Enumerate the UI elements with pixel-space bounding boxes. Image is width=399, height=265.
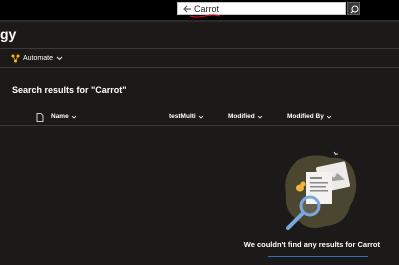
chevron-down-icon [326, 115, 332, 119]
divider [0, 48, 399, 49]
page-title: gy [0, 26, 17, 42]
automate-button[interactable]: Automate [11, 52, 63, 64]
column-header-name[interactable]: Name [51, 113, 77, 120]
column-header-modified[interactable]: Modified [228, 113, 263, 120]
results-heading: Search results for "Carrot" [12, 85, 127, 95]
header-divider [0, 125, 399, 126]
column-header-label: Name [51, 113, 69, 120]
search-icon [350, 5, 359, 14]
column-header-label: Modified By [287, 113, 324, 120]
flow-icon [11, 54, 20, 62]
column-header-label: Modified [228, 113, 255, 120]
column-header-testmulti[interactable]: testMulti [169, 113, 204, 120]
column-header-modified-by[interactable]: Modified By [287, 113, 332, 120]
chevron-down-icon [257, 115, 263, 119]
empty-state-text: We couldn't find any results for Carrot [243, 240, 380, 249]
automate-label: Automate [23, 54, 53, 62]
search-button[interactable] [347, 2, 360, 15]
help-link[interactable] [268, 256, 368, 257]
empty-search-illustration [285, 151, 357, 230]
column-header-label: testMulti [169, 113, 196, 120]
chevron-down-icon [56, 56, 63, 60]
divider [0, 67, 399, 68]
document-type-icon[interactable] [36, 113, 44, 122]
chevron-down-icon [198, 115, 204, 119]
topbar-divider [0, 20, 399, 22]
empty-state-message: We couldn't find any results for Carrot [0, 240, 399, 249]
spellcheck-underline [190, 14, 220, 18]
chevron-down-icon [71, 115, 77, 119]
